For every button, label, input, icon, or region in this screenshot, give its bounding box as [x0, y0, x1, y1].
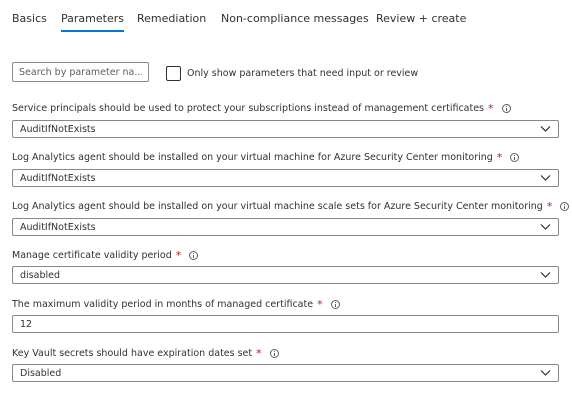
dropdown-value: Disabled — [20, 367, 62, 379]
dropdown-value: AuditIfNotExists — [20, 172, 96, 184]
param-dropdown-certificate-validity[interactable]: disabled — [12, 266, 559, 284]
param-dropdown-secret-expiration[interactable]: Disabled — [12, 364, 559, 382]
param-label-text: Manage certificate validity period — [12, 250, 172, 261]
info-icon[interactable] — [189, 251, 199, 260]
input-value: 12 — [20, 318, 33, 330]
chevron-down-icon — [540, 272, 551, 278]
param-label-secret-expiration: Key Vault secrets should have expiration… — [12, 347, 279, 360]
parameter-search-input[interactable] — [12, 62, 149, 82]
dropdown-value: AuditIfNotExists — [20, 221, 96, 233]
need-input-label: Only show parameters that need input or … — [187, 67, 419, 79]
param-label-certificate-validity: Manage certificate validity period * — [12, 249, 199, 262]
param-label-la-agent-vmss: Log Analytics agent should be installed … — [12, 200, 570, 213]
info-icon[interactable] — [560, 202, 570, 211]
tab-non-compliance-messages[interactable]: Non-compliance messages — [221, 12, 369, 25]
dropdown-value: disabled — [20, 269, 60, 281]
required-marker: * — [488, 102, 494, 115]
required-marker: * — [546, 200, 553, 213]
tab-review-create[interactable]: Review + create — [376, 12, 466, 25]
param-dropdown-service-principals[interactable]: AuditIfNotExists — [12, 120, 559, 138]
tab-bar: Basics Parameters Remediation Non-compli… — [0, 0, 572, 36]
param-dropdown-la-agent-vmss[interactable]: AuditIfNotExists — [12, 218, 559, 236]
chevron-down-icon — [540, 175, 551, 181]
tab-parameters[interactable]: Parameters — [61, 12, 124, 32]
param-label-text: The maximum validity period in months of… — [12, 299, 314, 310]
param-dropdown-la-agent-vm[interactable]: AuditIfNotExists — [12, 169, 559, 187]
required-marker: * — [175, 249, 182, 262]
required-marker: * — [496, 151, 503, 164]
chevron-down-icon — [540, 370, 551, 376]
param-label-text: Key Vault secrets should have expiration… — [12, 348, 253, 359]
need-input-filter[interactable]: Only show parameters that need input or … — [166, 65, 418, 81]
chevron-down-icon — [540, 126, 551, 132]
param-label-text: Log Analytics agent should be installed … — [12, 201, 543, 212]
info-icon[interactable] — [510, 153, 520, 162]
param-label-max-validity: The maximum validity period in months of… — [12, 298, 340, 311]
param-label-la-agent-vm: Log Analytics agent should be installed … — [12, 151, 520, 164]
info-icon[interactable] — [330, 300, 340, 309]
info-icon[interactable] — [501, 104, 511, 113]
param-label-text: Service principals should be used to pro… — [12, 103, 485, 114]
info-icon[interactable] — [269, 349, 279, 358]
tab-remediation[interactable]: Remediation — [137, 12, 206, 25]
required-marker: * — [256, 347, 262, 360]
chevron-down-icon — [540, 224, 551, 230]
param-input-max-validity[interactable]: 12 — [12, 315, 559, 333]
param-label-text: Log Analytics agent should be installed … — [12, 152, 493, 163]
dropdown-value: AuditIfNotExists — [20, 123, 96, 135]
required-marker: * — [317, 298, 323, 311]
need-input-checkbox[interactable] — [166, 65, 181, 81]
tab-basics[interactable]: Basics — [12, 12, 47, 25]
param-label-service-principals: Service principals should be used to pro… — [12, 102, 511, 115]
